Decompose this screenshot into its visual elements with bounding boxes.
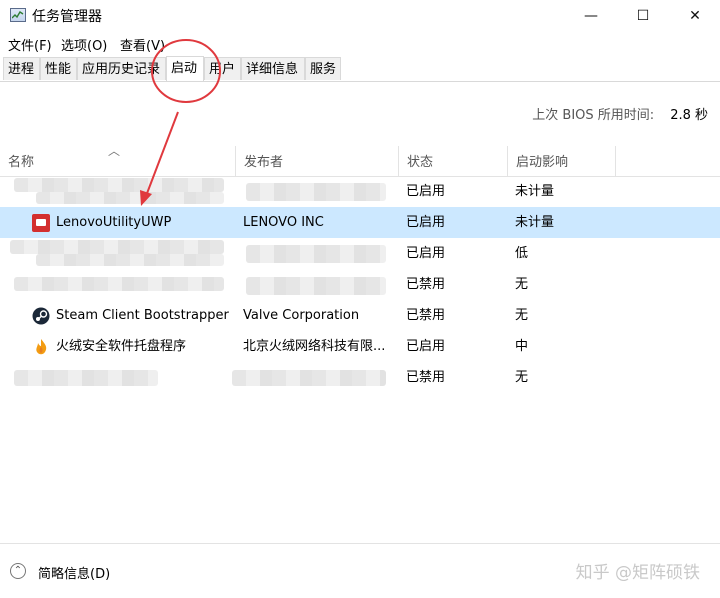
column-name[interactable]: 名称 [0, 146, 236, 176]
row-status: 已禁用 [406, 277, 446, 292]
title-bar: 任务管理器 — ☐ ✕ [0, 0, 720, 32]
row-impact: 未计量 [515, 215, 555, 230]
row-status: 已启用 [406, 246, 446, 261]
task-manager-icon [10, 8, 26, 22]
column-publisher[interactable]: 发布者 [236, 146, 399, 176]
bios-time: 上次 BIOS 所用时间: 2.8 秒 [532, 104, 708, 123]
steam-icon [32, 307, 50, 325]
table-header: 名称 发布者 状态 启动影响 [0, 146, 720, 177]
column-startup-impact[interactable]: 启动影响 [508, 146, 616, 176]
tab-details[interactable]: 详细信息 [241, 57, 305, 80]
footer: ⌃ 简略信息(D) 知乎 @矩阵硕铁 [0, 543, 720, 598]
menu-bar: 文件(F) 选项(O) 查看(V) [0, 33, 720, 55]
tab-processes[interactable]: 进程 [3, 57, 40, 80]
row-impact: 未计量 [515, 184, 555, 199]
minimize-button[interactable]: — [568, 0, 614, 32]
row-impact: 低 [515, 246, 529, 261]
window-title: 任务管理器 [32, 9, 102, 25]
lenovo-icon [32, 214, 50, 232]
close-button[interactable]: ✕ [672, 0, 718, 32]
collapse-up-icon[interactable]: ⌃ [10, 563, 26, 579]
tab-performance[interactable]: 性能 [40, 57, 77, 80]
table-row[interactable]: 火绒安全软件托盘程序 北京火绒网络科技有限... 已启用 中 [0, 331, 720, 362]
row-impact: 无 [515, 370, 529, 385]
menu-options[interactable]: 选项(O) [61, 35, 107, 54]
row-name: LenovoUtilityUWP [56, 215, 172, 230]
row-status: 已禁用 [406, 308, 446, 323]
row-status: 已启用 [406, 184, 446, 199]
row-name: Steam Client Bootstrapper [56, 308, 229, 323]
menu-view[interactable]: 查看(V) [120, 35, 165, 54]
row-name: 火绒安全软件托盘程序 [56, 339, 187, 354]
huorong-icon [32, 338, 50, 356]
row-status: 已启用 [406, 339, 446, 354]
tab-strip: 进程 性能 应用历史记录 启动 用户 详细信息 服务 [0, 56, 720, 82]
row-publisher: LENOVO INC [243, 215, 324, 230]
tab-app-history[interactable]: 应用历史记录 [77, 57, 166, 80]
row-impact: 无 [515, 277, 529, 292]
row-publisher: Valve Corporation [243, 308, 360, 323]
maximize-button[interactable]: ☐ [620, 0, 666, 32]
fewer-details-link[interactable]: 简略信息(D) [38, 563, 110, 582]
table-row[interactable]: 已启用 未计量 [0, 176, 720, 207]
tab-users[interactable]: 用户 [204, 57, 241, 80]
bios-time-value: 2.8 秒 [670, 108, 708, 123]
column-status[interactable]: 状态 [399, 146, 508, 176]
row-impact: 无 [515, 308, 529, 323]
table-row[interactable]: 已禁用 无 [0, 269, 720, 300]
table-row[interactable]: Steam Client Bootstrapper Valve Corporat… [0, 300, 720, 331]
row-status: 已禁用 [406, 370, 446, 385]
watermark: 知乎 @矩阵硕铁 [575, 563, 700, 583]
bios-time-label: 上次 BIOS 所用时间: [532, 108, 655, 123]
table-row[interactable]: LenovoUtilityUWP LENOVO INC 已启用 未计量 [0, 207, 720, 238]
menu-file[interactable]: 文件(F) [8, 35, 52, 54]
tab-startup[interactable]: 启动 [166, 56, 204, 81]
row-impact: 中 [515, 339, 529, 354]
tab-services[interactable]: 服务 [305, 57, 341, 80]
table-row[interactable]: 已启用 低 [0, 238, 720, 269]
row-publisher: 北京火绒网络科技有限... [243, 339, 386, 354]
row-status: 已启用 [406, 215, 446, 230]
table-row[interactable]: 已禁用 无 [0, 362, 720, 393]
